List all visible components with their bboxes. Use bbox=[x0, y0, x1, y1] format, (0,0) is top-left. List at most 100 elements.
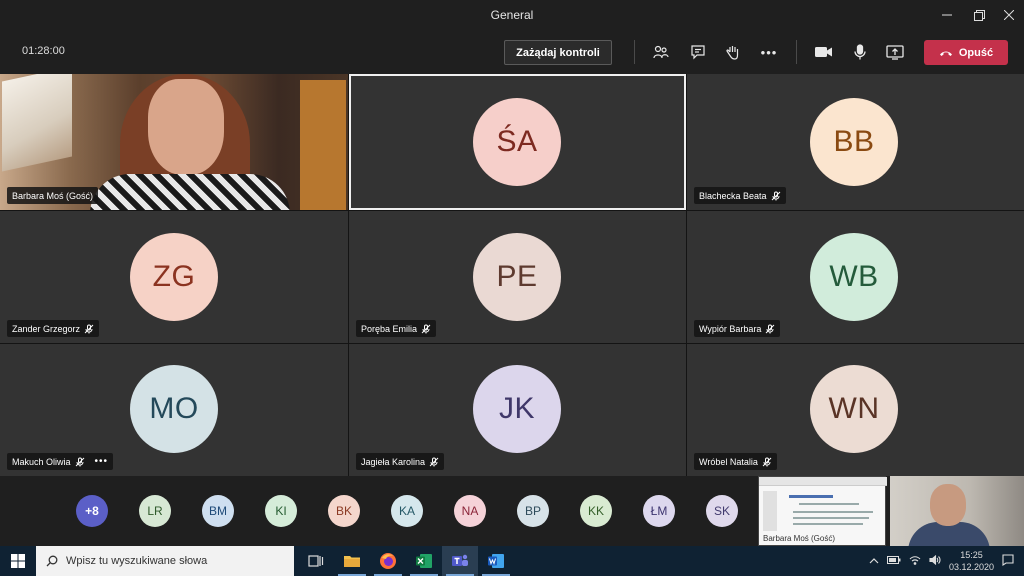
participant-tile[interactable]: JK Jagieła Karolina bbox=[349, 344, 686, 476]
participant-name-label: Wróbel Natalia bbox=[694, 453, 777, 470]
participant-avatar-small[interactable]: LR bbox=[139, 495, 171, 527]
windows-taskbar: Wpisz tu wyszukiwane słowa 15:25 03.12.2… bbox=[0, 546, 1024, 576]
share-thumbnail-text bbox=[799, 503, 859, 505]
participant-avatar-small[interactable]: BM bbox=[202, 495, 234, 527]
participant-name: Wypiór Barbara bbox=[699, 323, 762, 334]
volume-icon[interactable] bbox=[929, 554, 941, 567]
video-background-door bbox=[300, 80, 346, 210]
toolbar-divider bbox=[634, 40, 635, 64]
participant-tile[interactable]: WN Wróbel Natalia bbox=[687, 344, 1024, 476]
participant-name-label: Makuch Oliwia ••• bbox=[7, 453, 114, 470]
wifi-icon[interactable] bbox=[909, 555, 921, 567]
participant-avatar-small[interactable]: KI bbox=[265, 495, 297, 527]
participant-name-label: Barbara Moś (Gość) bbox=[7, 187, 99, 204]
participant-avatar: WB bbox=[810, 233, 898, 321]
participant-avatar: MO bbox=[130, 365, 218, 453]
leave-call-button[interactable]: Opuść bbox=[924, 40, 1008, 65]
teams-icon[interactable] bbox=[442, 546, 478, 576]
video-background-window bbox=[2, 74, 72, 172]
title-bar: General bbox=[0, 0, 1024, 30]
participant-tile[interactable]: WB Wypiór Barbara bbox=[687, 211, 1024, 343]
close-window-icon[interactable] bbox=[992, 0, 1024, 30]
video-person-face bbox=[930, 484, 966, 526]
muted-mic-icon bbox=[765, 324, 775, 334]
muted-mic-icon bbox=[421, 324, 431, 334]
participant-tile[interactable]: ZG Zander Grzegorz bbox=[0, 211, 348, 343]
taskbar-search-box[interactable]: Wpisz tu wyszukiwane słowa bbox=[36, 546, 294, 576]
file-explorer-icon[interactable] bbox=[334, 546, 370, 576]
camera-icon[interactable] bbox=[813, 42, 835, 62]
participant-tile[interactable]: ŚA bbox=[349, 74, 686, 210]
taskbar-clock[interactable]: 15:25 03.12.2020 bbox=[949, 549, 994, 573]
microphone-icon[interactable] bbox=[849, 42, 871, 62]
participant-avatar: BB bbox=[810, 98, 898, 186]
meeting-timer: 01:28:00 bbox=[22, 45, 65, 57]
muted-mic-icon bbox=[429, 457, 439, 467]
share-thumbnail-toolbar bbox=[759, 477, 887, 486]
participant-tile[interactable]: BB Blachecka Beata bbox=[687, 74, 1024, 210]
toolbar-divider bbox=[796, 40, 797, 64]
participant-avatar-small[interactable]: KA bbox=[391, 495, 423, 527]
request-control-button[interactable]: Zażądaj kontroli bbox=[504, 40, 612, 65]
battery-icon[interactable] bbox=[886, 556, 901, 566]
search-placeholder: Wpisz tu wyszukiwane słowa bbox=[66, 555, 208, 567]
muted-mic-icon bbox=[771, 191, 781, 201]
participant-name: Barbara Moś (Gość) bbox=[12, 190, 94, 201]
participant-name-label: Zander Grzegorz bbox=[7, 320, 100, 337]
clock-date: 03.12.2020 bbox=[948, 562, 994, 572]
participant-name-label: Blachecka Beata bbox=[694, 187, 786, 204]
system-tray: 15:25 03.12.2020 bbox=[869, 546, 1024, 576]
participant-strip: +8 LR BM KI BK KA NA BP KK ŁM SK Barbara… bbox=[0, 476, 1024, 546]
more-actions-icon[interactable]: ••• bbox=[758, 42, 780, 62]
participant-name-label: Jagieła Karolina bbox=[356, 453, 445, 470]
chevron-up-icon[interactable] bbox=[869, 556, 879, 566]
meeting-toolbar: 01:28:00 Zażądaj kontroli ••• Opuść bbox=[0, 30, 1024, 74]
participant-avatar-small[interactable]: BP bbox=[517, 495, 549, 527]
notifications-icon[interactable] bbox=[1002, 554, 1014, 568]
share-thumbnail-heading bbox=[789, 495, 833, 498]
share-thumbnail-label: Barbara Moś (Gość) bbox=[763, 534, 836, 543]
task-view-icon[interactable] bbox=[298, 546, 334, 576]
clock-time: 15:25 bbox=[960, 550, 983, 560]
windows-start-icon[interactable] bbox=[0, 546, 36, 576]
maximize-icon[interactable] bbox=[962, 0, 996, 30]
participant-avatar: ZG bbox=[130, 233, 218, 321]
share-thumbnail-text bbox=[793, 511, 873, 513]
participant-name: Zander Grzegorz bbox=[12, 323, 81, 334]
word-icon[interactable] bbox=[478, 546, 514, 576]
muted-mic-icon bbox=[75, 457, 85, 467]
chat-icon[interactable] bbox=[687, 42, 709, 62]
participant-avatar-small[interactable]: SK bbox=[706, 495, 738, 527]
muted-mic-icon bbox=[84, 324, 94, 334]
share-screen-icon[interactable] bbox=[884, 42, 906, 62]
more-participants-badge[interactable]: +8 bbox=[76, 495, 108, 527]
leave-label: Opuść bbox=[958, 46, 994, 59]
participant-name-label: Wypiór Barbara bbox=[694, 320, 781, 337]
participant-avatar: JK bbox=[473, 365, 561, 453]
participant-tile[interactable]: PE Poręba Emilia bbox=[349, 211, 686, 343]
participant-avatar-small[interactable]: KK bbox=[580, 495, 612, 527]
participant-avatar: PE bbox=[473, 233, 561, 321]
participant-avatar-small[interactable]: BK bbox=[328, 495, 360, 527]
raise-hand-icon[interactable] bbox=[722, 42, 744, 62]
muted-mic-icon bbox=[762, 457, 772, 467]
window-title: General bbox=[490, 8, 534, 22]
participant-tile-video[interactable]: Barbara Moś (Gość) bbox=[0, 74, 348, 210]
screen-share-thumbnail[interactable]: Barbara Moś (Gość) bbox=[758, 476, 887, 546]
participant-tile[interactable]: MO Makuch Oliwia ••• bbox=[0, 344, 348, 476]
participant-avatar-small[interactable]: NA bbox=[454, 495, 486, 527]
share-thumbnail-sidebar bbox=[763, 491, 777, 531]
excel-icon[interactable] bbox=[406, 546, 442, 576]
self-video-thumbnail[interactable] bbox=[890, 476, 1024, 546]
participant-name-label: Poręba Emilia bbox=[356, 320, 437, 337]
participant-avatar-small[interactable]: ŁM bbox=[643, 495, 675, 527]
participant-more-icon[interactable]: ••• bbox=[95, 456, 109, 467]
participant-grid: Barbara Moś (Gość) ŚA BB Blachecka Beata… bbox=[0, 74, 1024, 476]
search-icon bbox=[46, 555, 58, 567]
video-person-face bbox=[148, 79, 224, 175]
firefox-icon[interactable] bbox=[370, 546, 406, 576]
video-person-sweater bbox=[90, 174, 290, 210]
participants-icon[interactable] bbox=[650, 42, 672, 62]
participant-name: Jagieła Karolina bbox=[361, 456, 426, 467]
minimize-icon[interactable] bbox=[930, 0, 964, 30]
